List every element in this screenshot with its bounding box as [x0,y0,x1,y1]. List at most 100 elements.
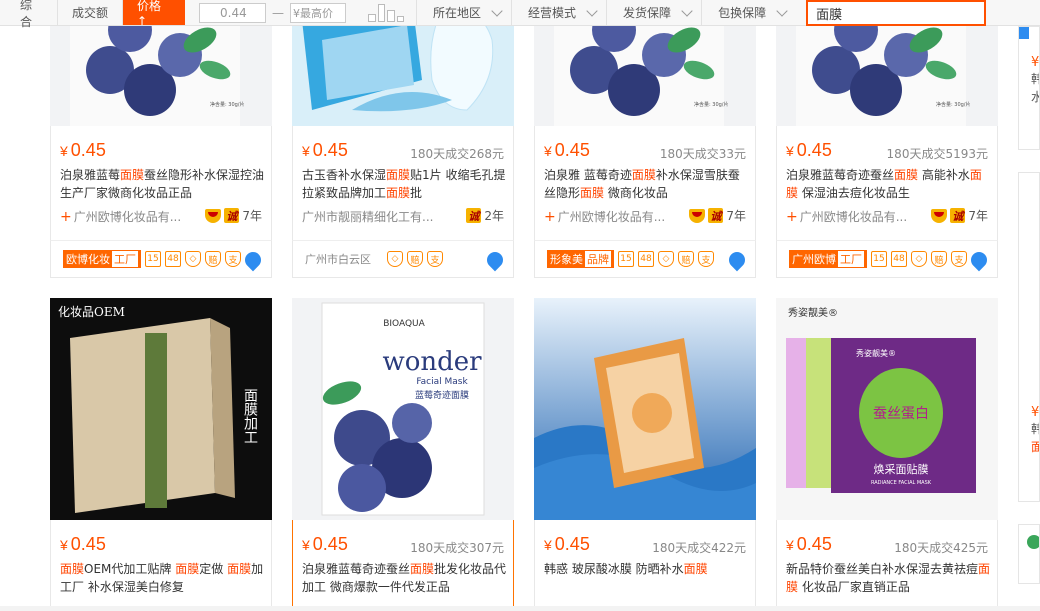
chevron-down-icon [776,4,788,17]
image-caption: BIOAQUA [383,319,425,329]
service-icon: 15 [145,251,161,267]
price-max-input[interactable]: ¥最高价 [290,2,347,23]
sold-amount: 180天成交33元 [659,147,746,161]
filter-shipping[interactable]: 发货保障 [606,0,701,25]
product-title[interactable]: 新品特价蚕丝美白补水保湿去黄祛痘面膜 化妆品厂家直销正品 [786,560,991,596]
sort-comprehensive[interactable]: 综合 [0,0,58,29]
product-image[interactable]: 化妆品OEM 面膜加工 [50,298,272,520]
side-ad-card[interactable]: ¥ 韩 水 [1018,26,1040,150]
product-image[interactable]: BIOAQUA wonder Facial Mask 蓝莓奇迹面膜 [292,298,514,520]
product-price: ¥0.45 [544,534,590,554]
chat-icon[interactable] [241,248,265,272]
image-caption: 蚕丝蛋白 [873,406,929,422]
product-card[interactable]: 净含量: 30g/片 ¥0.45 泊泉雅蓝莓面膜蚕丝隐形补水保湿控油生产厂家微商… [50,0,272,278]
guarantee-icon: ◇ [387,251,403,267]
plus-icon: + [60,208,72,225]
chat-icon[interactable] [483,248,507,272]
guarantee-icon: ◇ [911,251,927,267]
price-dash: — [272,5,285,20]
side-ad-text: 水 [1019,88,1039,106]
price-min-input[interactable]: 0.44 [199,2,267,23]
product-image[interactable]: 秀姿靓美® 秀姿靓美® 蚕丝蛋白 焕采面贴膜 RADIANCE FACIAL M… [776,298,998,520]
sort-price[interactable]: 价格 ↑ [123,0,186,28]
sold-amount: 180天成交422元 [652,541,746,555]
product-title[interactable]: 泊泉雅蓝莓奇迹蚕丝面膜 高能补水面膜 保湿油去痘化妆品生 [786,166,991,202]
product-title[interactable]: 泊泉雅蓝莓面膜蚕丝隐形补水保湿控油生产厂家微商化妆品正品 [60,166,265,202]
chevron-down-icon [491,4,503,17]
filter-label: 发货保障 [623,6,672,20]
cheng-badge-icon: 诚 [466,208,482,223]
card-footer: 欧博化妆 工厂 15 48 ◇ 赔 支 [50,240,272,278]
product-title[interactable]: 泊泉雅 蓝莓奇迹面膜补水保湿雪肤蚕丝隐形面膜 微商化妆品 [544,166,749,202]
product-image[interactable] [534,298,756,520]
side-ad-price: ¥ [1031,405,1040,420]
shop-name[interactable]: + 广州欧博化妆品有... [60,208,181,225]
card-footer: 广州市白云区 ◇ 赔 支 [292,240,514,278]
side-ad-card[interactable]: ¥ 韩 面 [1018,172,1040,502]
image-caption: Facial Mask [416,377,468,387]
filter-exchange[interactable]: 包换保障 [701,0,796,25]
alipay-icon: 支 [427,251,443,267]
chevron-down-icon [681,4,693,17]
shop-name[interactable]: + 广州欧博化妆品有... [544,208,665,225]
compensation-icon: 赔 [205,251,221,267]
search-input[interactable]: 面膜 [806,0,987,26]
product-price: ¥0.45 [60,534,106,554]
svg-text:净含量: 30g/片: 净含量: 30g/片 [694,101,729,108]
product-card[interactable]: 净含量: 30g/片 ¥0.45 180天成交5193元 泊泉雅蓝莓奇迹蚕丝面膜… [776,0,998,278]
price-distribution-icon[interactable] [356,0,416,24]
image-caption: RADIANCE FACIAL MASK [871,480,932,486]
product-price: ¥0.45 [60,140,106,160]
image-caption: 秀姿靓美® [788,306,838,319]
compensation-icon: 赔 [678,251,694,267]
svg-text:净含量: 30g/片: 净含量: 30g/片 [936,101,971,108]
filter-label: 所在地区 [433,6,482,20]
filter-business-mode[interactable]: 经营模式 [511,0,606,25]
product-title[interactable]: 泊泉雅蓝莓奇迹蚕丝面膜批发化妆品代加工 微商爆款一件代发正品 [302,560,507,596]
filter-region[interactable]: 所在地区 [416,0,511,25]
product-price: ¥0.45 [544,140,590,160]
product-card[interactable]: ¥0.45 180天成交268元 古玉香补水保湿面膜贴1片 收缩毛孔提拉紧致品牌… [292,0,514,278]
side-ad-text: 面 [1019,438,1039,456]
image-caption: 面膜加工 [242,388,258,444]
image-caption: 焕采面贴膜 [874,462,929,476]
product-card[interactable]: 秀姿靓美® 秀姿靓美® 蚕丝蛋白 焕采面贴膜 RADIANCE FACIAL M… [776,298,998,611]
product-card[interactable]: ¥0.45 180天成交422元 韩惑 玻尿酸冰膜 防晒补水面膜 [534,298,756,611]
side-ad-card[interactable] [1018,524,1040,584]
compensation-icon: 赔 [931,251,947,267]
image-caption: 蓝莓奇迹面膜 [415,389,469,401]
product-card[interactable]: BIOAQUA wonder Facial Mask 蓝莓奇迹面膜 ¥0.45 … [292,298,514,611]
shop-years: 诚 7年 [205,207,262,224]
page-bottom-divider [0,606,1040,611]
product-title[interactable]: 古玉香补水保湿面膜贴1片 收缩毛孔提拉紧致品牌加工面膜批 [302,166,507,202]
service-icon: 15 [871,251,887,267]
chevron-down-icon [586,4,598,17]
alipay-icon: 支 [225,251,241,267]
shop-tag: 形象美 品牌 [547,250,614,268]
compensation-icon: 赔 [407,251,423,267]
filter-label: 包换保障 [718,6,767,20]
service-icon: 48 [891,251,907,267]
sort-volume[interactable]: 成交额 [58,0,124,25]
shop-years: 诚 7年 [689,207,746,224]
leaf-icon [1027,535,1039,549]
shop-name[interactable]: 广州市靓丽精细化工有... [302,208,433,225]
product-price: ¥0.45 [786,534,832,554]
product-card[interactable]: 化妆品OEM 面膜加工 ¥0.45 面膜OEM代加工贴牌 面膜定做 面膜加工厂 … [50,298,272,611]
product-card[interactable]: 净含量: 30g/片 ¥0.45 180天成交33元 泊泉雅 蓝莓奇迹面膜补水保… [534,0,756,278]
chat-icon[interactable] [725,248,749,272]
product-title[interactable]: 韩惑 玻尿酸冰膜 防晒补水面膜 [544,560,749,578]
image-caption: wonder [382,347,482,377]
plus-icon: + [544,208,556,225]
sold-amount: 180天成交425元 [894,541,988,555]
chat-icon[interactable] [967,248,991,272]
cheng-badge-icon: 诚 [708,208,724,223]
product-title[interactable]: 面膜OEM代加工贴牌 面膜定做 面膜加工厂 补水保湿美白修复 [60,560,265,596]
svg-text:净含量: 30g/片: 净含量: 30g/片 [210,101,245,108]
plus-icon: + [786,208,798,225]
shop-name[interactable]: + 广州欧博化妆品有... [786,208,907,225]
card-footer: 形象美 品牌 15 48 ◇ 赔 支 [534,240,756,278]
shop-years: 诚 2年 [466,208,504,223]
shop-tag: 广州欧博 工厂 [789,250,867,268]
shield-badge-icon [931,208,948,223]
